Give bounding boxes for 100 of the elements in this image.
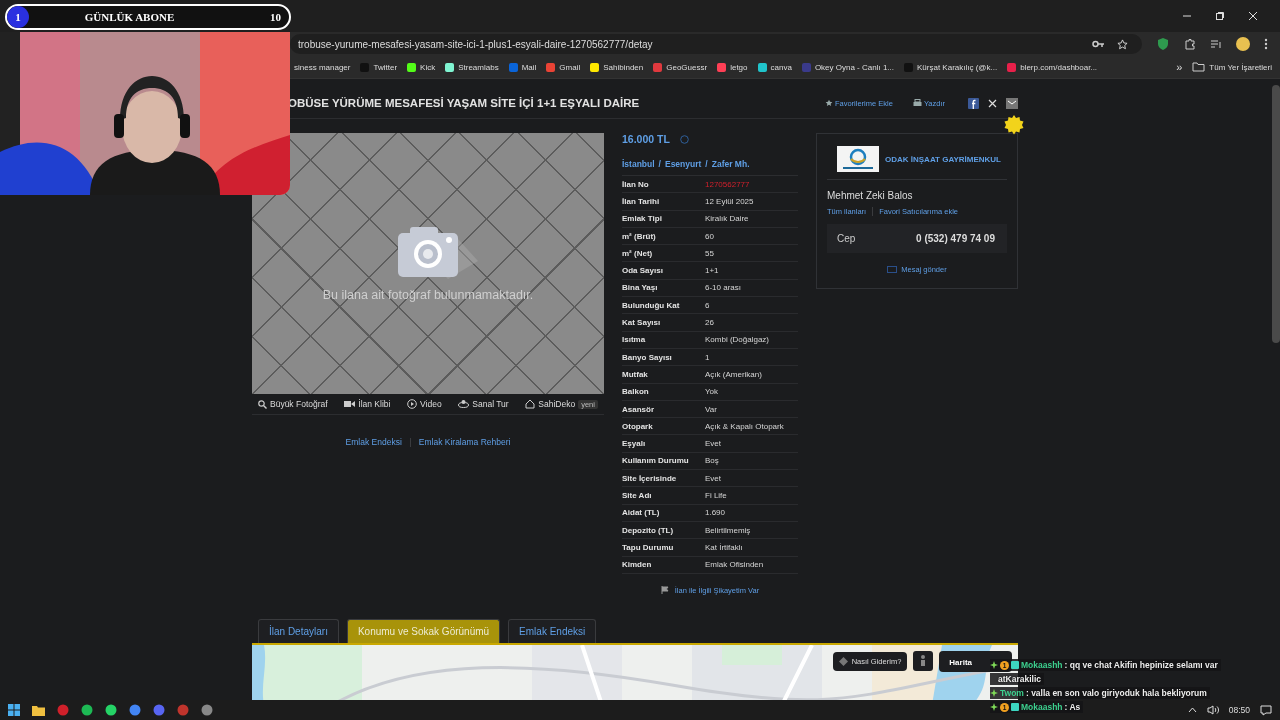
detail-value: Boş (705, 456, 719, 466)
info-link[interactable]: Emlak Endeksi (345, 437, 402, 447)
photo-tool-button[interactable]: Video (420, 399, 442, 409)
detail-label: Kullanım Durumu (622, 456, 690, 466)
listing-title: OBÜSE YÜRÜME MESAFESİ YAŞAM SİTE İÇİ 1+1 EŞYALI DAİRE (288, 97, 641, 109)
detail-label: Asansör (622, 404, 655, 414)
bookmark-link[interactable]: canva (770, 62, 792, 72)
app-icon[interactable] (105, 704, 117, 716)
detail-label: m² (Brüt) (622, 231, 657, 241)
profile-avatar[interactable] (1236, 37, 1250, 51)
no-photo-message: Bu ilana ait fotoğraf bulunmamaktadır. (322, 288, 534, 302)
video-camera-icon (344, 400, 356, 408)
photo-tool-button[interactable]: SahiDeko (538, 399, 576, 409)
photo-tool-button[interactable]: Büyük Fotoğraf (270, 399, 328, 409)
bookmark-link[interactable]: Mail (521, 62, 537, 72)
app-icon[interactable] (201, 704, 213, 716)
scrollbar[interactable] (1272, 85, 1280, 343)
price: 16.000 TL (622, 133, 670, 145)
restore-icon[interactable] (1215, 11, 1225, 21)
chat-username: Mokaashh (1021, 702, 1063, 712)
detail-label: Kat Sayısı (622, 318, 662, 327)
company-logo (837, 146, 879, 172)
menu-icon[interactable] (1264, 38, 1268, 50)
phone-label: Cep (837, 233, 856, 244)
bookmark-link[interactable]: Kürşat Karakılıç (@k... (917, 62, 998, 72)
notification-icon[interactable] (1260, 704, 1272, 716)
detail-label: Site Adı (622, 491, 653, 500)
company-name[interactable]: ODAK İNŞAAT GAYRİMENKUL (885, 154, 1001, 164)
breadcrumb-separator: / (658, 159, 661, 169)
close-icon[interactable] (1248, 11, 1258, 21)
street-view-icon[interactable] (913, 651, 934, 672)
detail-value: Emlak Ofisinden (705, 560, 764, 570)
facebook-icon[interactable] (968, 97, 979, 109)
phone-number: 0 (532) 479 74 09 (916, 233, 995, 244)
folder-icon (1192, 62, 1206, 72)
detail-value: 6-10 arası (705, 283, 742, 293)
puzzle-icon[interactable] (1184, 38, 1196, 50)
app-icon[interactable] (81, 704, 93, 716)
clock[interactable]: 08:50 (1228, 705, 1250, 715)
message-icon (887, 265, 898, 274)
detail-value: Yok (705, 387, 719, 397)
detail-label: İlan Tarihi (622, 196, 661, 206)
breadcrumb-link[interactable]: Zafer Mh. (711, 159, 750, 169)
directions-icon (838, 656, 848, 666)
detail-label: Oda Sayısı (622, 266, 664, 276)
detail-value: Var (705, 404, 717, 414)
bookmark-link[interactable]: Gmail (559, 62, 581, 72)
mail-icon[interactable] (1006, 97, 1018, 109)
photo-tool-button[interactable]: Sanal Tur (472, 399, 509, 409)
breadcrumb-link[interactable]: İstanbul (622, 159, 655, 169)
shield-icon[interactable] (1156, 37, 1170, 51)
detail-label: Bulunduğu Kat (622, 300, 681, 310)
app-icon[interactable] (153, 704, 165, 716)
more-bookmarks-button[interactable]: » (1176, 61, 1183, 73)
badge-icon (1011, 703, 1019, 711)
bookmark-link[interactable]: blerp.com/dashboar... (1020, 62, 1098, 72)
detail-label: Otopark (622, 421, 654, 431)
bookmark-link[interactable]: letgo (730, 62, 748, 72)
detail-label: Banyo Sayısı (622, 352, 673, 362)
bookmark-link[interactable]: Twitter (373, 62, 398, 72)
detail-label: İlan No (622, 179, 650, 189)
detail-value: Açık & Kapalı Otopark (705, 421, 784, 431)
detail-label: Aidat (TL) (622, 508, 661, 518)
search-icon (258, 399, 267, 409)
info-link[interactable]: Emlak Kiralama Rehberi (418, 437, 511, 447)
detail-value: 1+1 (705, 266, 719, 276)
key-icon[interactable] (1092, 39, 1105, 49)
detail-label: Tapu Durumu (622, 542, 675, 552)
folder-icon[interactable] (32, 704, 45, 716)
x-icon[interactable] (988, 98, 997, 108)
seller-name: Mehmet Zeki Balos (827, 189, 914, 201)
bookmark-link[interactable]: Streamlabs (458, 62, 499, 72)
detail-value: 60 (705, 231, 714, 241)
chat-message: : As (1064, 702, 1081, 712)
tab[interactable]: Emlak Endeksi (508, 618, 597, 643)
detail-label: Eşyalı (622, 439, 647, 449)
bookmark-link[interactable]: Sahibinden (603, 62, 644, 72)
app-icon[interactable] (129, 704, 141, 716)
star-icon[interactable] (1117, 38, 1128, 50)
detail-value: 6 (705, 300, 710, 310)
bookmark-link[interactable]: Tüm Yer İşaretleri (1209, 62, 1272, 72)
printer-icon (912, 99, 922, 107)
detail-label: Bina Yaşı (622, 283, 659, 293)
chevron-up-icon[interactable] (1187, 707, 1197, 713)
detail-value: 26 (705, 318, 714, 327)
bookmark-link[interactable]: GeoGuessr (666, 62, 708, 72)
breadcrumb-separator: / (705, 159, 708, 169)
windows-icon[interactable] (8, 704, 20, 716)
star-icon (824, 99, 833, 107)
photo-tool-button[interactable]: İlan Klibi (358, 399, 391, 409)
media-icon[interactable] (1210, 38, 1222, 50)
breadcrumb-link[interactable]: Esenyurt (664, 159, 702, 169)
detail-value: 12 Eylül 2025 (705, 196, 754, 206)
bookmark-link[interactable]: Kick (420, 62, 436, 72)
house-icon (525, 399, 536, 409)
speaker-icon[interactable] (1206, 705, 1219, 715)
detail-label: Site İçerisinde (622, 473, 678, 483)
bookmark-link[interactable]: siness manager (294, 62, 351, 72)
tab[interactable]: İlan Detayları (258, 618, 339, 643)
bookmark-link[interactable]: Okey Oyna - Canlı 1... (814, 62, 894, 72)
